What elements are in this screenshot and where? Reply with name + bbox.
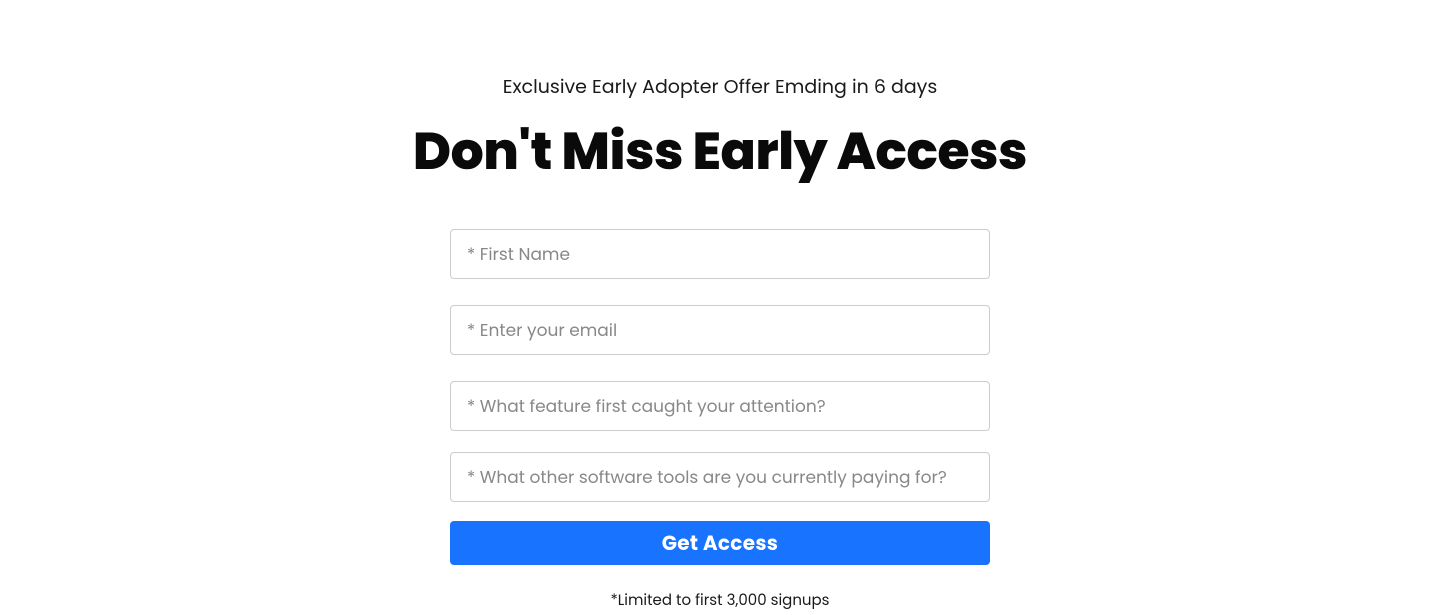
email-input[interactable] xyxy=(450,305,990,355)
first-name-input[interactable] xyxy=(450,229,990,279)
tools-input[interactable] xyxy=(450,452,990,502)
signup-limit-footnote: *Limited to first 3,000 signups xyxy=(611,589,830,612)
feature-input[interactable] xyxy=(450,381,990,431)
offer-subtitle: Exclusive Early Adopter Offer Emding in … xyxy=(503,72,938,101)
signup-form: Get Access xyxy=(450,229,990,565)
get-access-button[interactable]: Get Access xyxy=(450,521,990,565)
page-title: Don't Miss Early Access xyxy=(413,113,1027,191)
